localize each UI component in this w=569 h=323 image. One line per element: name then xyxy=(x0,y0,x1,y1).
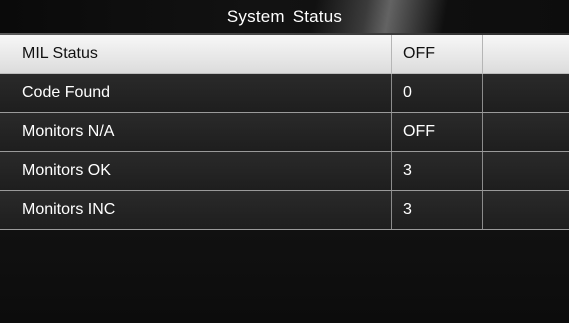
row-label: Code Found xyxy=(0,74,392,112)
row-extra-cell xyxy=(483,74,569,112)
title-bar: System Status xyxy=(0,0,569,33)
row-extra-cell xyxy=(483,191,569,229)
row-value: 3 xyxy=(392,152,483,190)
table-row-monitors-na[interactable]: Monitors N/A OFF xyxy=(0,113,569,152)
row-value: OFF xyxy=(392,113,483,151)
row-value: OFF xyxy=(392,35,483,73)
row-extra-cell xyxy=(483,113,569,151)
row-value: 0 xyxy=(392,74,483,112)
row-value: 3 xyxy=(392,191,483,229)
row-extra-cell xyxy=(483,35,569,73)
system-status-screen: System Status MIL Status OFF Code Found … xyxy=(0,0,569,323)
row-extra-cell xyxy=(483,152,569,190)
table-row-monitors-inc[interactable]: Monitors INC 3 xyxy=(0,191,569,230)
row-label: Monitors OK xyxy=(0,152,392,190)
page-title: System Status xyxy=(226,7,343,26)
row-label: MIL Status xyxy=(0,35,392,73)
status-table: MIL Status OFF Code Found 0 Monitors N/A… xyxy=(0,35,569,230)
table-row-monitors-ok[interactable]: Monitors OK 3 xyxy=(0,152,569,191)
row-label: Monitors INC xyxy=(0,191,392,229)
table-row-mil-status[interactable]: MIL Status OFF xyxy=(0,35,569,74)
table-row-code-found[interactable]: Code Found 0 xyxy=(0,74,569,113)
row-label: Monitors N/A xyxy=(0,113,392,151)
